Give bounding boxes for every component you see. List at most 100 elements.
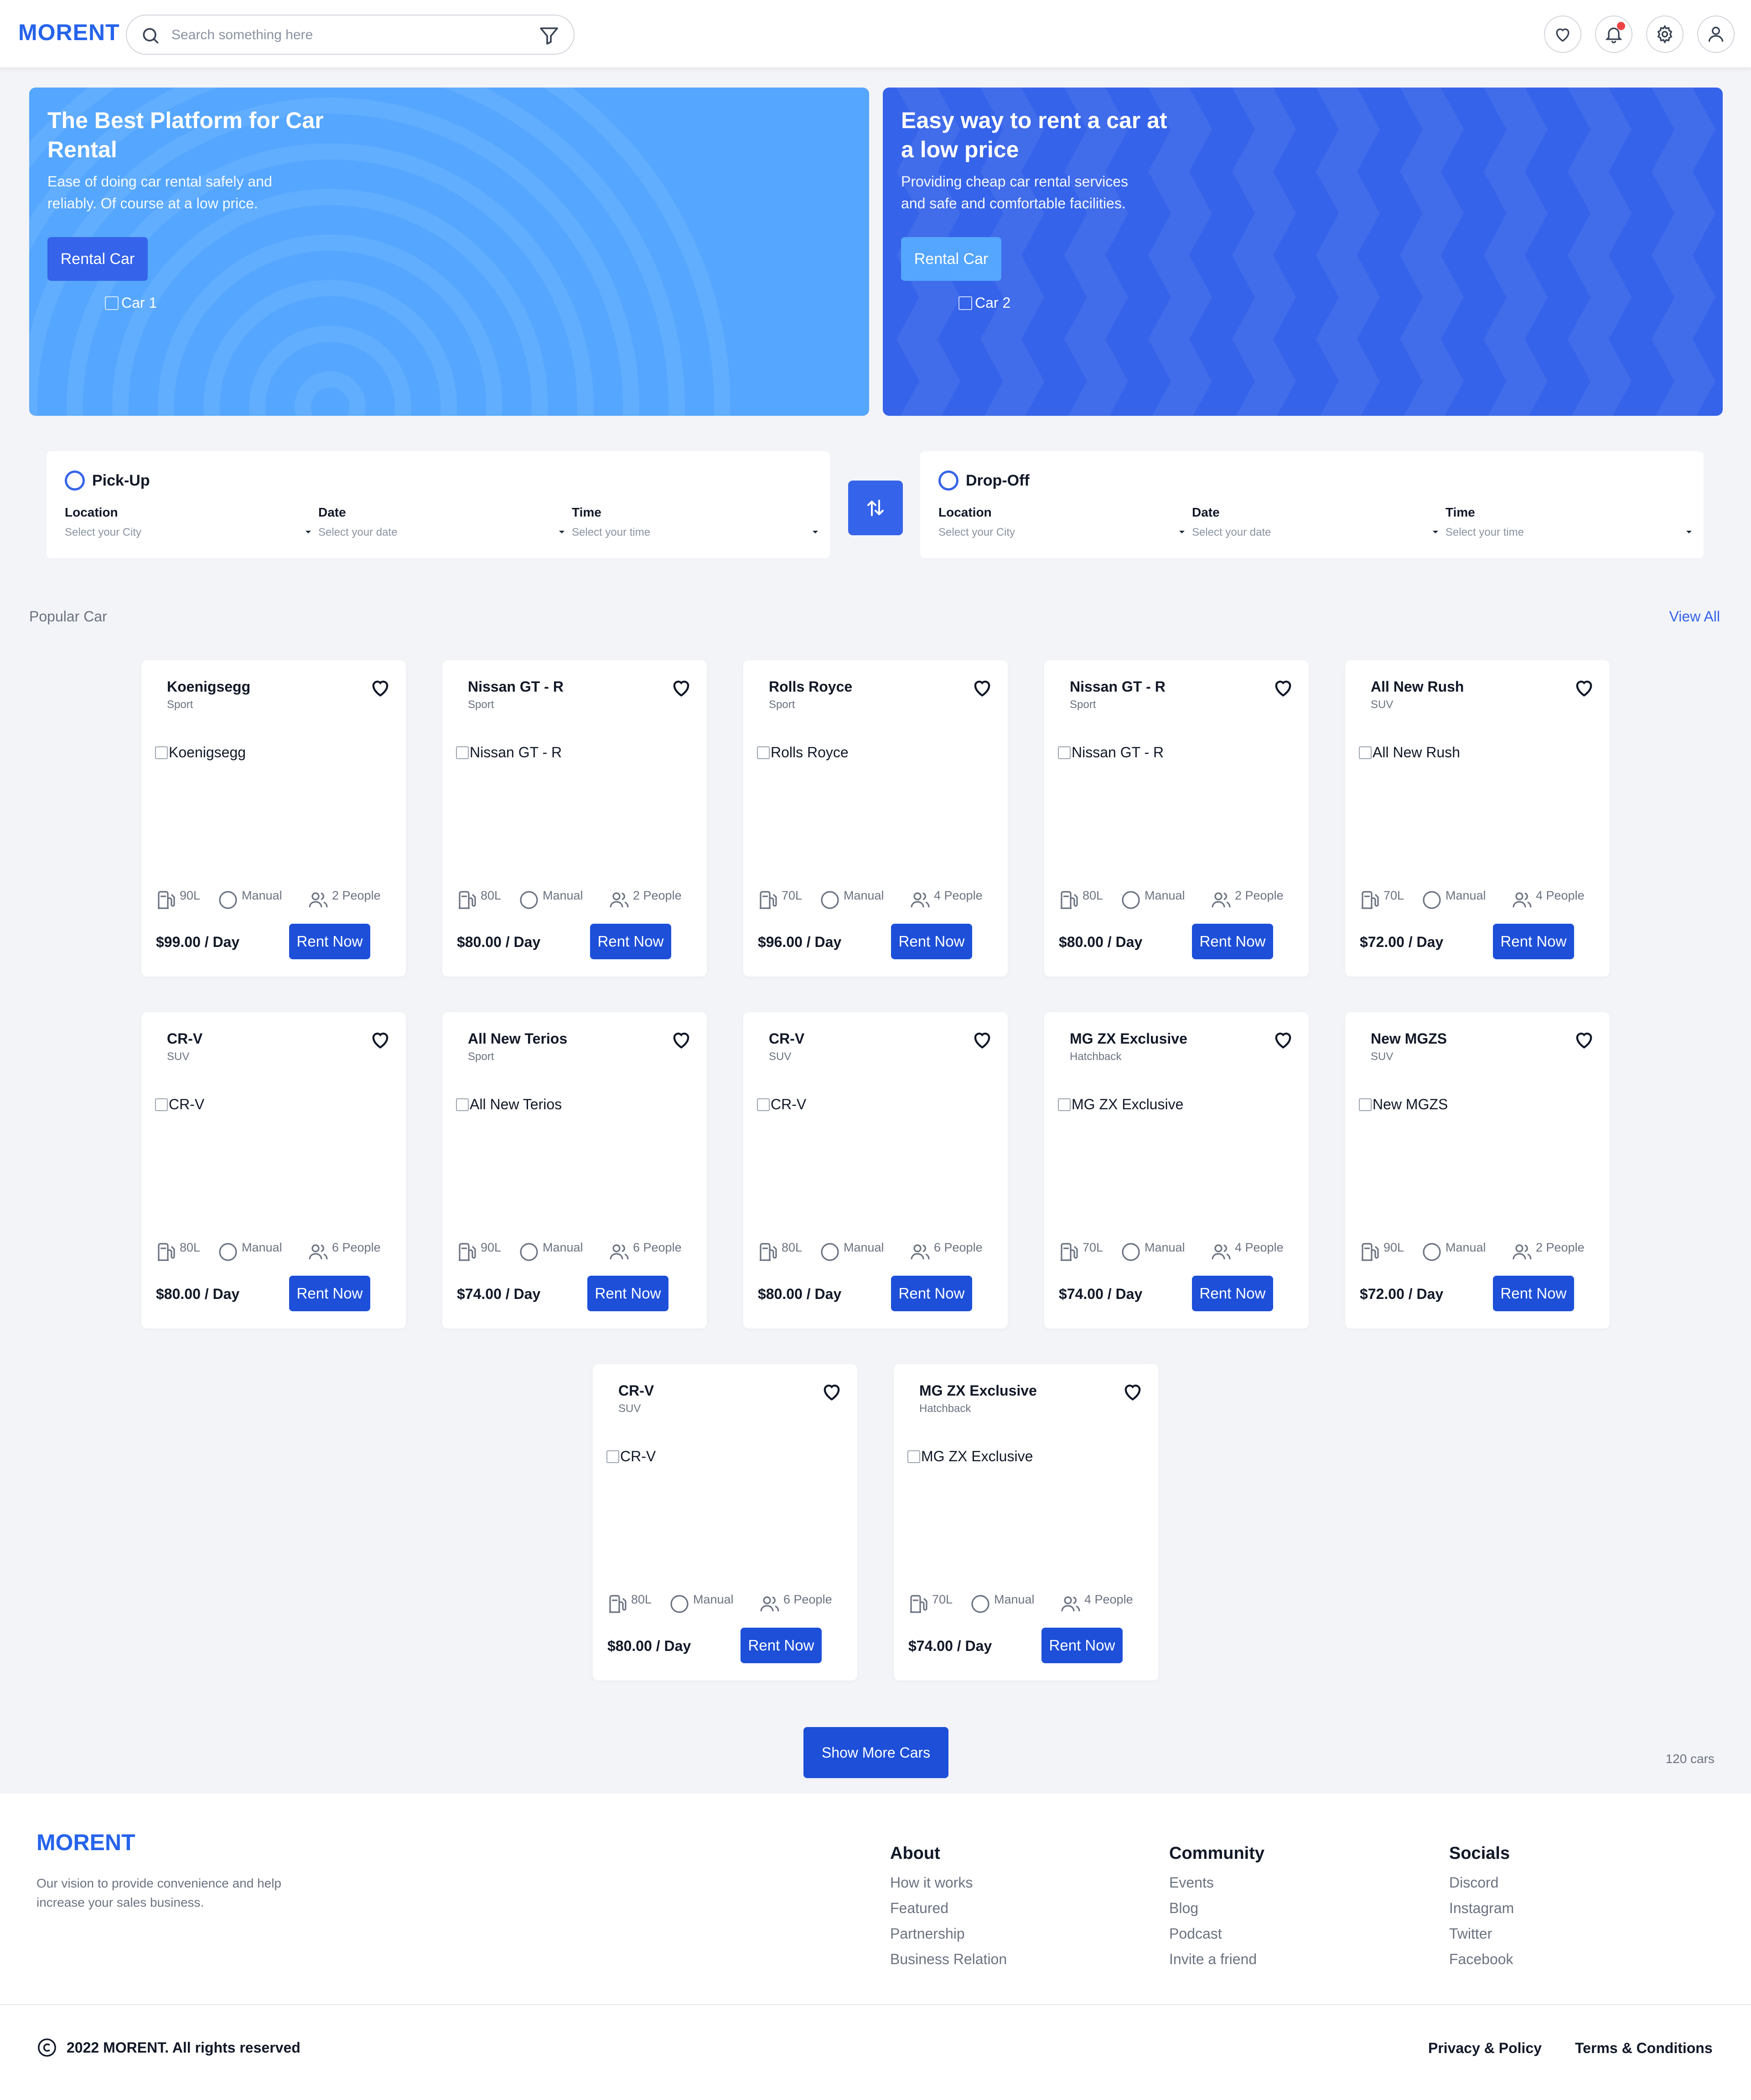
radio-icon[interactable]: [65, 471, 85, 491]
capacity-value: 4 People: [1536, 889, 1585, 902]
fuel-spec: 80L: [1058, 888, 1103, 911]
car-count: 120 cars: [1665, 1752, 1715, 1766]
rent-now-button[interactable]: Rent Now: [1192, 1276, 1273, 1311]
car-image-alt: Nissan GT - R: [470, 744, 562, 760]
heart-icon[interactable]: [1271, 1028, 1295, 1051]
dropoff-location-select[interactable]: Location Select your City: [938, 505, 1192, 542]
logo[interactable]: MORENT: [18, 19, 120, 46]
settings-button[interactable]: [1646, 16, 1684, 53]
rent-now-button[interactable]: Rent Now: [891, 1276, 972, 1311]
footer-link[interactable]: Podcast: [1169, 1921, 1264, 1946]
rent-now-button[interactable]: Rent Now: [289, 924, 370, 959]
footer-link[interactable]: Business Relation: [890, 1946, 1007, 1972]
favorites-button[interactable]: [1544, 16, 1581, 53]
search-icon: [143, 28, 159, 44]
transmission-icon: [670, 1595, 689, 1613]
rental-car-button[interactable]: Rental Car: [901, 237, 1001, 281]
dropoff-header[interactable]: Drop-Off: [938, 471, 1030, 491]
car-card[interactable]: MG ZX Exclusive Hatchback MG ZX Exclusive 7…: [894, 1364, 1158, 1681]
car-card[interactable]: Koenigsegg Sport Koenigsegg 90L Manual 2 Peop…: [141, 660, 406, 977]
rent-now-button[interactable]: Rent Now: [1192, 924, 1273, 959]
footer-column-socials: Socials Discord Instagram Twitter Facebo…: [1449, 1844, 1514, 1972]
filter-icon[interactable]: [538, 25, 560, 47]
dropoff-date-select[interactable]: Date Select your date: [1192, 505, 1445, 542]
car-image: MG ZX Exclusive: [907, 1448, 1033, 1465]
pickup-time-select[interactable]: Time Select your time: [572, 505, 825, 542]
heart-icon[interactable]: [1572, 676, 1596, 699]
profile-button[interactable]: [1697, 16, 1735, 53]
footer-link[interactable]: Events: [1169, 1870, 1264, 1895]
car-card[interactable]: Nissan GT - R Sport Nissan GT - R 80L Manual…: [442, 660, 707, 977]
search-bar[interactable]: [126, 15, 575, 55]
swap-arrows-icon: [867, 500, 884, 516]
rent-now-button[interactable]: Rent Now: [1493, 1276, 1574, 1311]
view-all-link[interactable]: View All: [1669, 608, 1720, 625]
footer-link[interactable]: Discord: [1449, 1870, 1514, 1895]
footer-link[interactable]: Invite a friend: [1169, 1946, 1264, 1972]
field-label: Location: [938, 505, 992, 519]
heart-icon[interactable]: [368, 1028, 392, 1051]
rent-now-button[interactable]: Rent Now: [289, 1276, 370, 1311]
car-card[interactable]: Nissan GT - R Sport Nissan GT - R 80L Manual…: [1044, 660, 1309, 977]
heart-icon[interactable]: [1121, 1380, 1145, 1403]
car-image-alt: MG ZX Exclusive: [921, 1448, 1033, 1464]
heart-icon[interactable]: [1271, 676, 1295, 699]
heart-icon[interactable]: [669, 1028, 693, 1051]
people-icon: [1513, 1244, 1532, 1260]
fuel-spec: 80L: [606, 1592, 652, 1615]
transmission-value: Manual: [543, 889, 583, 902]
pickup-header[interactable]: Pick-Up: [65, 471, 150, 491]
footer-link[interactable]: Partnership: [890, 1921, 1007, 1946]
people-icon: [911, 892, 930, 908]
footer-link[interactable]: Facebook: [1449, 1946, 1514, 1972]
footer-link[interactable]: How it works: [890, 1870, 1007, 1895]
broken-image-icon: [155, 746, 168, 759]
car-card[interactable]: MG ZX Exclusive Hatchback MG ZX Exclusive 7…: [1044, 1012, 1309, 1329]
field-placeholder: Select your time: [572, 526, 651, 538]
heart-icon[interactable]: [368, 676, 392, 699]
rent-now-button[interactable]: Rent Now: [741, 1628, 822, 1663]
footer-link[interactable]: Twitter: [1449, 1921, 1514, 1946]
fuel-value: 80L: [1083, 889, 1103, 902]
car-card[interactable]: All New Terios Sport All New Terios 90L Manu…: [442, 1012, 707, 1329]
car-price: $74.00 / Day: [457, 1286, 541, 1302]
heart-icon[interactable]: [820, 1380, 844, 1403]
rental-car-button[interactable]: Rental Car: [47, 237, 148, 281]
pickup-location-select[interactable]: Location Select your City: [65, 505, 318, 542]
rent-now-button[interactable]: Rent Now: [891, 924, 972, 959]
car-card[interactable]: CR-V SUV CR-V 80L Manual 6 People $80.00 / Day…: [141, 1012, 406, 1329]
rent-now-button[interactable]: Rent Now: [590, 924, 671, 959]
car-card[interactable]: CR-V SUV CR-V 80L Manual 6 People $80.00 / Day…: [743, 1012, 1008, 1329]
field-label: Time: [572, 505, 601, 519]
capacity-value: 6 People: [934, 1241, 983, 1254]
footer-logo[interactable]: MORENT: [36, 1829, 135, 1856]
terms-link[interactable]: Terms & Conditions: [1575, 2040, 1713, 2057]
radio-icon[interactable]: [938, 471, 958, 491]
fuel-icon: [609, 1595, 627, 1613]
footer-link[interactable]: Blog: [1169, 1895, 1264, 1921]
footer-link[interactable]: Instagram: [1449, 1895, 1514, 1921]
rent-now-button[interactable]: Rent Now: [587, 1276, 668, 1311]
car-image-alt: CR-V: [771, 1096, 807, 1112]
rent-now-button[interactable]: Rent Now: [1041, 1628, 1123, 1663]
fuel-spec: 90L: [456, 1240, 501, 1263]
dropoff-time-select[interactable]: Time Select your time: [1445, 505, 1699, 542]
car-card[interactable]: CR-V SUV CR-V 80L Manual 6 People $80.00 / Day…: [593, 1364, 857, 1681]
search-input[interactable]: [171, 24, 517, 47]
pickup-date-select[interactable]: Date Select your date: [318, 505, 572, 542]
heart-icon[interactable]: [1572, 1028, 1596, 1051]
notifications-button[interactable]: [1595, 16, 1632, 53]
show-more-button[interactable]: Show More Cars: [803, 1727, 948, 1778]
car-price: $80.00 / Day: [156, 1286, 240, 1302]
car-card[interactable]: New MGZS SUV New MGZS 90L Manual 2 People $72.…: [1345, 1012, 1610, 1329]
footer-link[interactable]: Featured: [890, 1895, 1007, 1921]
car-card[interactable]: All New Rush SUV All New Rush 70L Manual 4 Pe…: [1345, 660, 1610, 977]
broken-image-icon: [1058, 1098, 1071, 1111]
heart-icon[interactable]: [669, 676, 693, 699]
heart-icon[interactable]: [970, 1028, 994, 1051]
privacy-link[interactable]: Privacy & Policy: [1428, 2040, 1542, 2057]
car-card[interactable]: Rolls Royce Sport Rolls Royce 70L Manual 4 Pe…: [743, 660, 1008, 977]
swap-button[interactable]: [848, 481, 903, 535]
rent-now-button[interactable]: Rent Now: [1493, 924, 1574, 959]
heart-icon[interactable]: [970, 676, 994, 699]
